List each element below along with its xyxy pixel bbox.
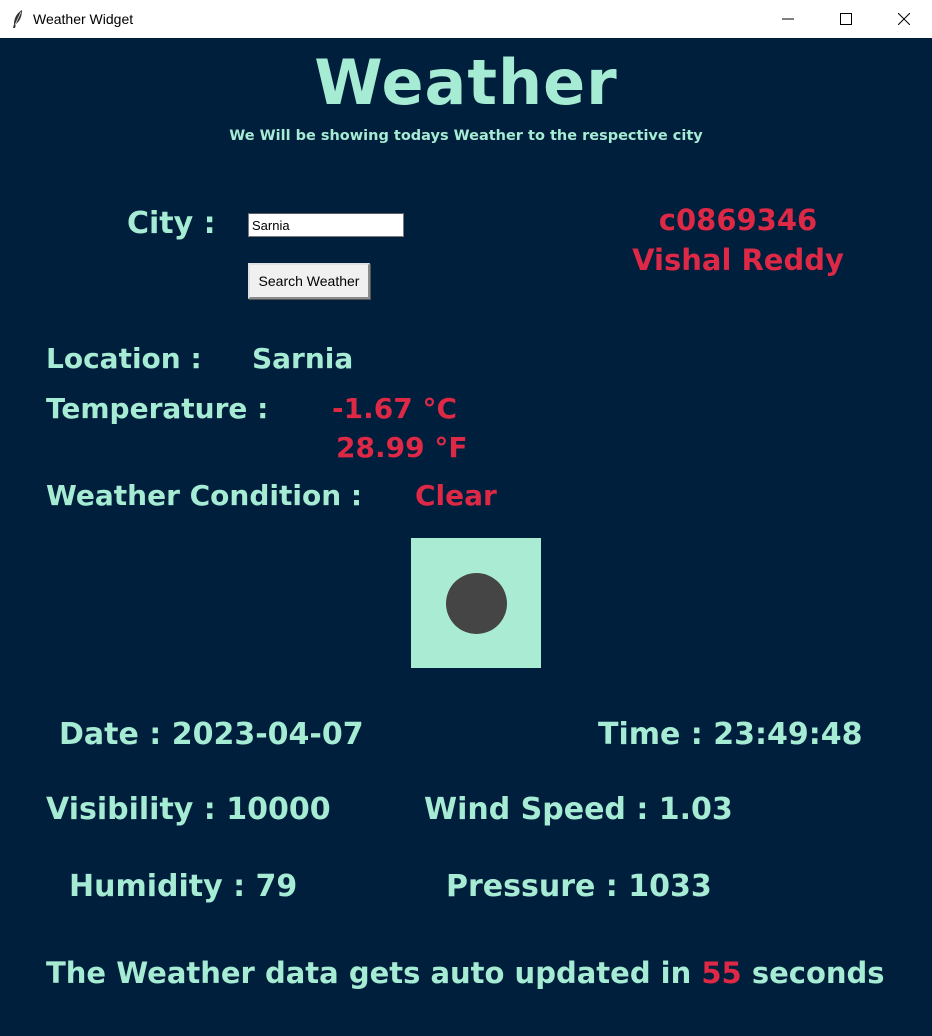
main-panel: Weather We Will be showing todays Weathe… [0, 38, 932, 1036]
window-title: Weather Widget [33, 11, 134, 27]
feather-icon [13, 10, 22, 28]
temperature-label: Temperature : [46, 392, 269, 425]
auto-update-prefix: The Weather data gets auto updated in [46, 956, 702, 990]
minimize-button[interactable] [759, 0, 817, 38]
location-value: Sarnia [252, 342, 354, 375]
humidity-readout: Humidity : 79 [69, 869, 298, 904]
maximize-button[interactable] [817, 0, 875, 38]
maximize-icon [840, 13, 852, 25]
weather-icon-dot [446, 573, 507, 634]
page-subtitle: We Will be showing todays Weather to the… [229, 128, 703, 144]
location-label: Location : [46, 342, 202, 375]
city-label: City : [127, 206, 216, 241]
minimize-icon [782, 18, 794, 20]
title-bar: Weather Widget [0, 0, 932, 38]
date-readout: Date : 2023-04-07 [59, 717, 364, 752]
auto-update-notice: The Weather data gets auto updated in 55… [46, 956, 885, 990]
wind-speed-readout: Wind Speed : 1.03 [424, 792, 733, 827]
countdown-seconds: 55 [701, 956, 742, 990]
search-weather-button[interactable]: Search Weather [248, 263, 370, 299]
student-id: c0869346 [658, 203, 818, 237]
city-input[interactable] [248, 213, 404, 237]
visibility-readout: Visibility : 10000 [46, 792, 331, 827]
auto-update-suffix: seconds [741, 956, 885, 990]
page-title: Weather [314, 46, 618, 119]
condition-value: Clear [415, 479, 497, 512]
pressure-readout: Pressure : 1033 [446, 869, 712, 904]
condition-label: Weather Condition : [46, 479, 363, 512]
student-name: Vishal Reddy [632, 243, 844, 277]
time-readout: Time : 23:49:48 [598, 717, 863, 752]
clear-weather-icon [411, 538, 541, 668]
temperature-fahrenheit: 28.99 °F [336, 431, 468, 464]
close-icon [898, 13, 910, 25]
temperature-celsius: -1.67 °C [332, 392, 458, 425]
close-button[interactable] [875, 0, 932, 38]
